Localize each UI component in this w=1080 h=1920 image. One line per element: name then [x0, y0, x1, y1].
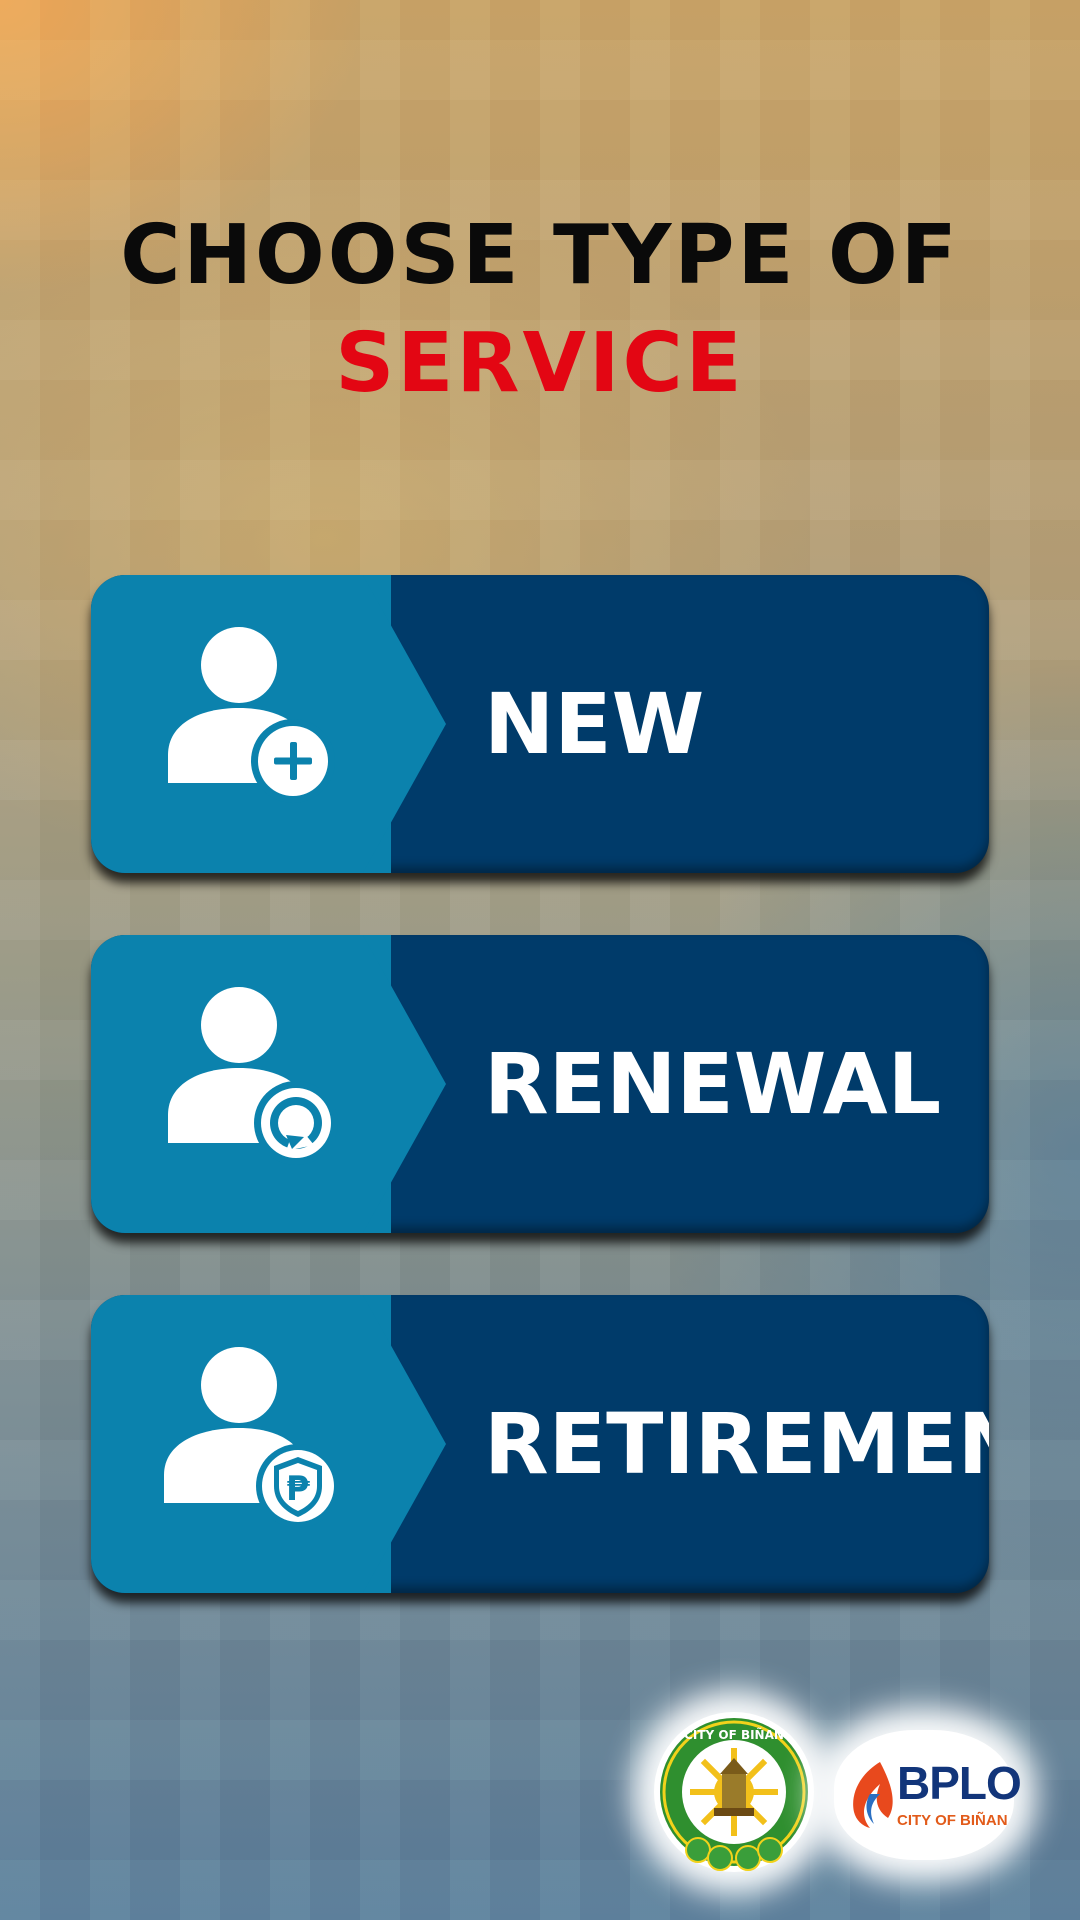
user-add-icon	[168, 627, 335, 803]
user-renew-icon	[168, 987, 338, 1165]
renewal-label: RENEWAL	[484, 1035, 942, 1133]
title-line-2: SERVICE	[335, 316, 745, 411]
title-line-1: CHOOSE TYPE OF	[120, 208, 960, 303]
user-shield-peso-icon: ₱	[164, 1347, 340, 1528]
new-service-button[interactable]: NEW	[91, 575, 989, 873]
retirement-service-button[interactable]: ₱ RETIREMENT	[91, 1295, 989, 1593]
bplo-title: BPLO	[897, 1757, 1022, 1809]
bplo-flame-icon	[853, 1762, 893, 1828]
city-of-binan-seal: CITY OF BIÑAN	[654, 1712, 814, 1872]
svg-text:₱: ₱	[286, 1469, 310, 1509]
page-title: CHOOSE TYPE OF SERVICE	[0, 215, 1080, 405]
footer-logos: CITY OF BIÑAN BPLO CITY OF BIÑAN	[632, 1686, 1032, 1906]
svg-text:CITY OF BIÑAN: CITY OF BIÑAN	[684, 1727, 784, 1742]
new-label: NEW	[484, 675, 705, 773]
bplo-logo: BPLO CITY OF BIÑAN	[834, 1730, 1022, 1860]
city-seal-icon: CITY OF BIÑAN	[660, 1718, 808, 1871]
retirement-label: RETIREMENT	[484, 1395, 989, 1493]
renewal-service-button[interactable]: RENEWAL	[91, 935, 989, 1233]
bplo-subtitle: CITY OF BIÑAN	[897, 1812, 1008, 1829]
